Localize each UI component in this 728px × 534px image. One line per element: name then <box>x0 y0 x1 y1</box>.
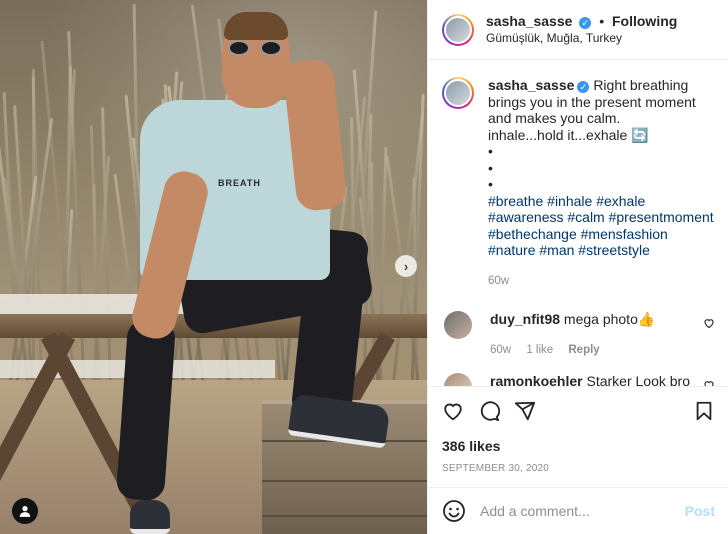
comment-like-count[interactable]: 1 like <box>526 344 553 356</box>
separator-dot: • <box>599 12 605 29</box>
comment-text: Starker Look bro <box>586 373 690 386</box>
post-side-panel: sasha_sasse ✓ • Following Gümüşlük, Muğl… <box>427 0 728 534</box>
caption-hashtags[interactable]: #breathe #inhale #exhale #awareness #cal… <box>488 193 715 259</box>
comment-body: duy_nfit98 mega photo👍 60w 1 like Reply <box>490 311 700 359</box>
post-actions: 386 likes SEPTEMBER 30, 2020 <box>428 386 728 474</box>
crate-slat <box>262 515 427 517</box>
commenter-username[interactable]: duy_nfit98 <box>490 311 560 327</box>
post-header: sasha_sasse ✓ • Following Gümüşlük, Muğl… <box>428 0 728 60</box>
header-text: sasha_sasse ✓ • Following Gümüşlük, Muğl… <box>486 13 677 47</box>
commenter-avatar[interactable] <box>444 311 472 339</box>
tagged-users-button[interactable] <box>12 498 38 524</box>
author-username[interactable]: sasha_sasse <box>486 13 572 29</box>
comment-text: mega photo👍 <box>563 311 656 327</box>
sneaker-left <box>130 500 170 534</box>
location-link[interactable]: Gümüşlük, Muğla, Turkey <box>486 30 677 47</box>
comment-item: duy_nfit98 mega photo👍 60w 1 like Reply <box>442 311 715 359</box>
person-hair <box>224 12 288 40</box>
comment-meta: 60w 1 like Reply <box>490 342 700 359</box>
bookmark-icon[interactable] <box>693 400 715 422</box>
commenter-username[interactable]: ramonkoehler <box>490 373 583 386</box>
caption-bullet: • <box>488 176 493 192</box>
reply-button[interactable]: Reply <box>568 344 599 356</box>
share-icon[interactable] <box>514 400 536 422</box>
comment-item: ramonkoehler Starker Look bro <box>442 373 715 386</box>
caption-author-avatar[interactable] <box>442 77 474 109</box>
comments-section[interactable]: sasha_sasse ✓ Right breathing brings you … <box>428 61 728 386</box>
post-date[interactable]: SEPTEMBER 30, 2020 <box>442 463 715 474</box>
heart-icon[interactable] <box>703 379 715 386</box>
carousel-next-button[interactable]: › <box>395 255 417 277</box>
shirt-print: BREATH <box>218 178 261 188</box>
heart-icon[interactable] <box>703 317 715 329</box>
caption-text-line2: inhale...hold it...exhale 🔄 <box>488 126 649 143</box>
verified-badge-icon: ✓ <box>579 16 592 29</box>
caption-bullet: • <box>488 143 493 159</box>
heart-icon[interactable] <box>442 400 464 422</box>
sunglasses <box>228 40 286 56</box>
caption-timestamp[interactable]: 60w <box>488 273 715 290</box>
caption-username[interactable]: sasha_sasse <box>488 77 574 93</box>
caption-bullet: • <box>488 159 493 176</box>
author-avatar[interactable] <box>442 13 474 46</box>
emoji-icon[interactable] <box>442 499 466 523</box>
comment-input[interactable] <box>480 503 670 519</box>
caption-body: sasha_sasse ✓ Right breathing brings you … <box>488 77 715 289</box>
caption: sasha_sasse ✓ Right breathing brings you … <box>442 77 715 289</box>
comment-timestamp[interactable]: 60w <box>490 344 511 356</box>
following-button[interactable]: Following <box>612 13 677 29</box>
post-comment-button[interactable]: Post <box>685 503 715 519</box>
user-icon <box>19 506 31 517</box>
comment-composer: Post <box>428 487 728 534</box>
chevron-right-icon: › <box>403 258 409 274</box>
comment-body: ramonkoehler Starker Look bro <box>490 373 700 386</box>
verified-badge-icon: ✓ <box>577 81 590 93</box>
action-icons <box>442 399 715 423</box>
crate-slat <box>262 480 427 482</box>
commenter-avatar[interactable] <box>444 373 472 386</box>
comment-icon[interactable] <box>478 400 500 422</box>
post-photo[interactable]: BREATH › <box>0 0 427 534</box>
likes-count[interactable]: 386 likes <box>442 438 715 454</box>
